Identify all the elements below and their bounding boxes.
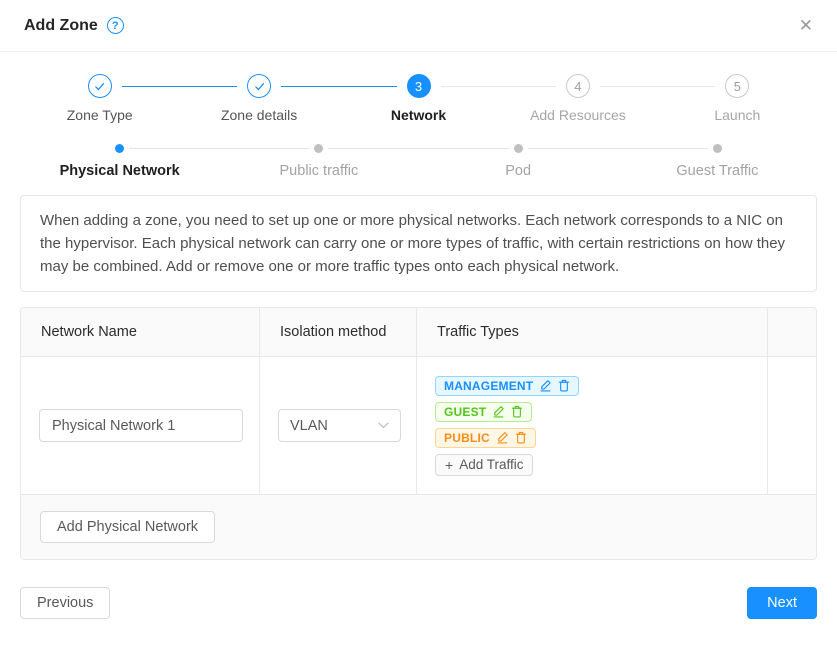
column-header-traffic-types: Traffic Types [417, 308, 768, 356]
step-label: Zone Type [67, 107, 133, 123]
row-actions-cell [768, 357, 816, 494]
table-footer: Add Physical Network [21, 494, 816, 559]
step-number-circle: 3 [407, 74, 431, 98]
next-button[interactable]: Next [747, 587, 817, 619]
step-network[interactable]: 3 Network [339, 74, 498, 123]
substep-physical-network: Physical Network [20, 144, 219, 179]
network-substeps: Physical Network Public traffic Pod [20, 144, 817, 179]
substep-dot [713, 144, 722, 153]
substep-public-traffic: Public traffic [219, 144, 418, 179]
step-label: Network [391, 107, 446, 123]
substep-label: Physical Network [60, 163, 180, 179]
substep-connector [419, 148, 509, 149]
edit-icon[interactable] [496, 431, 509, 444]
traffic-tag-label: PUBLIC [444, 431, 490, 445]
dialog-title: Add Zone [24, 17, 98, 35]
substep-connector [20, 148, 110, 149]
edit-icon[interactable] [539, 379, 552, 392]
substep-label: Guest Traffic [676, 163, 758, 179]
step-add-resources[interactable]: 4 Add Resources [498, 74, 657, 123]
add-traffic-button[interactable]: + Add Traffic [435, 454, 533, 476]
delete-icon[interactable] [511, 405, 523, 418]
substep-connector [219, 148, 309, 149]
isolation-method-value: VLAN [290, 418, 328, 434]
substep-connector [727, 148, 817, 149]
network-name-input[interactable] [39, 409, 243, 442]
add-physical-network-button[interactable]: Add Physical Network [40, 511, 215, 543]
plus-icon: + [445, 457, 453, 473]
step-connector [441, 86, 499, 87]
step-connector [498, 86, 556, 87]
step-number-circle: 5 [725, 74, 749, 98]
check-icon [253, 80, 266, 93]
info-box: When adding a zone, you need to set up o… [20, 195, 817, 292]
edit-icon[interactable] [492, 405, 505, 418]
substep-label: Pod [505, 163, 531, 179]
wizard-actions: Previous Next [20, 587, 817, 619]
step-zone-type[interactable]: Zone Type [20, 74, 179, 123]
close-icon[interactable]: ✕ [799, 17, 813, 34]
substep-connector [129, 148, 219, 149]
step-connector [759, 86, 817, 87]
traffic-tag-label: MANAGEMENT [444, 379, 533, 393]
substep-dot [514, 144, 523, 153]
step-check-circle [88, 74, 112, 98]
substep-dot [314, 144, 323, 153]
substep-dot [115, 144, 124, 153]
step-connector [20, 86, 78, 87]
column-header-network-name: Network Name [21, 308, 260, 356]
check-icon [93, 80, 106, 93]
substep-pod: Pod [419, 144, 618, 179]
step-number-circle: 4 [566, 74, 590, 98]
column-header-isolation-method: Isolation method [260, 308, 417, 356]
step-zone-details[interactable]: Zone details [179, 74, 338, 123]
substep-label: Public traffic [280, 163, 359, 179]
dialog-header: Add Zone ? ✕ [0, 0, 837, 52]
step-connector [179, 86, 237, 87]
previous-button[interactable]: Previous [20, 587, 110, 619]
table-header-row: Network Name Isolation method Traffic Ty… [21, 308, 816, 357]
step-connector [658, 86, 716, 87]
step-connector [122, 86, 180, 87]
step-connector [339, 86, 397, 87]
traffic-tag-public: PUBLIC [435, 428, 536, 448]
step-check-circle [247, 74, 271, 98]
step-label: Launch [714, 107, 760, 123]
isolation-method-select[interactable]: VLAN [278, 409, 401, 442]
traffic-tag-guest: GUEST [435, 402, 532, 422]
column-header-actions [768, 308, 816, 356]
step-connector [600, 86, 658, 87]
step-label: Add Resources [530, 107, 626, 123]
step-label: Zone details [221, 107, 297, 123]
wizard-steps: Zone Type Zone details 3 Networ [20, 74, 817, 123]
step-connector [281, 86, 339, 87]
table-row: VLAN MANAGEMENT GUEST [21, 357, 816, 494]
substep-connector [528, 148, 618, 149]
substep-connector [618, 148, 708, 149]
substep-connector [328, 148, 418, 149]
delete-icon[interactable] [515, 431, 527, 444]
add-zone-dialog: Add Zone ? ✕ Zone Type [0, 0, 837, 649]
add-traffic-label: Add Traffic [459, 457, 523, 472]
step-launch[interactable]: 5 Launch [658, 74, 817, 123]
substep-guest-traffic: Guest Traffic [618, 144, 817, 179]
dialog-body: Zone Type Zone details 3 Networ [0, 74, 837, 619]
chevron-down-icon [378, 422, 389, 429]
help-icon[interactable]: ? [107, 17, 124, 34]
traffic-tag-label: GUEST [444, 405, 486, 419]
traffic-tag-management: MANAGEMENT [435, 376, 579, 396]
delete-icon[interactable] [558, 379, 570, 392]
physical-network-table: Network Name Isolation method Traffic Ty… [20, 307, 817, 560]
